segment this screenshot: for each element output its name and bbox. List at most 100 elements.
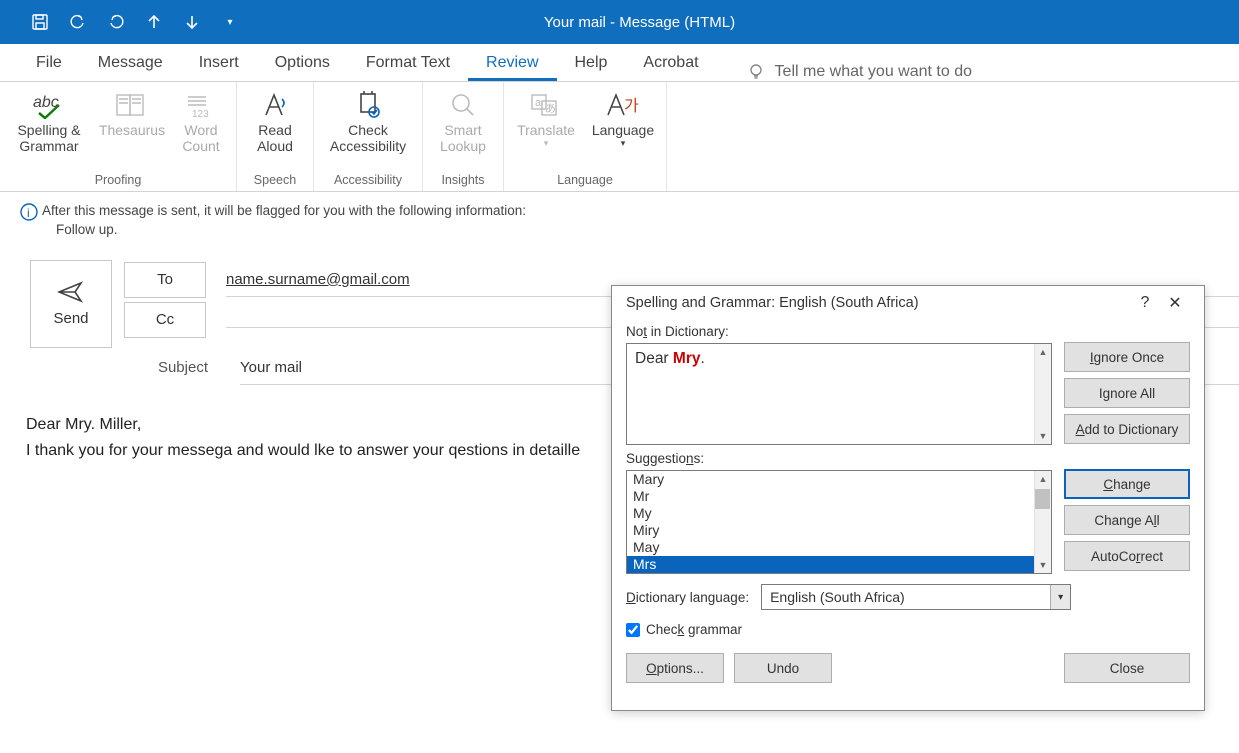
to-recipient[interactable]: name.surname@gmail.com xyxy=(226,271,410,288)
info-bar: i After this message is sent, it will be… xyxy=(0,192,1239,240)
customize-qat-icon[interactable]: ▾ xyxy=(220,12,240,32)
change-button[interactable]: Change xyxy=(1064,469,1190,499)
spelling-grammar-dialog: Spelling and Grammar: English (South Afr… xyxy=(611,285,1205,711)
menu-review[interactable]: Review xyxy=(468,48,556,81)
nid-scrollbar[interactable]: ▲▼ xyxy=(1034,344,1051,444)
send-button[interactable]: Send xyxy=(30,260,112,348)
suggestions-scrollbar[interactable]: ▲▼ xyxy=(1034,471,1051,573)
svg-text:123: 123 xyxy=(192,109,209,119)
send-label: Send xyxy=(53,310,88,327)
dictionary-language-value: English (South Africa) xyxy=(770,589,905,605)
suggestion-item[interactable]: Mr xyxy=(627,488,1051,505)
options-button[interactable]: Options... xyxy=(626,653,724,683)
language-button[interactable]: 가 Language ▾ xyxy=(590,86,656,171)
group-label-accessibility: Accessibility xyxy=(334,171,402,191)
group-label-language: Language xyxy=(557,171,613,191)
smart-lookup-button[interactable]: Smart Lookup xyxy=(433,86,493,171)
check-grammar-checkbox[interactable] xyxy=(626,623,640,637)
lightbulb-icon xyxy=(747,63,765,81)
suggestion-item[interactable]: My xyxy=(627,505,1051,522)
menu-insert[interactable]: Insert xyxy=(181,48,257,81)
suggestions-label: Suggestions: xyxy=(626,451,1052,466)
close-button[interactable]: Close xyxy=(1064,653,1190,683)
nid-pre: Dear xyxy=(635,350,673,367)
thesaurus-button[interactable]: Thesaurus xyxy=(100,86,164,171)
group-label-insights: Insights xyxy=(441,171,484,191)
spelling-label: Spelling & Grammar xyxy=(17,122,80,154)
svg-text:あ: あ xyxy=(545,102,556,115)
autocorrect-button[interactable]: AutoCorrect xyxy=(1064,541,1190,571)
translate-button[interactable]: aあ Translate ▾ xyxy=(514,86,578,171)
menu-file[interactable]: File xyxy=(18,48,80,81)
tell-me-label: Tell me what you want to do xyxy=(775,63,972,81)
language-label: Language xyxy=(592,122,654,138)
svg-text:가: 가 xyxy=(624,97,639,115)
spelling-icon: abc xyxy=(31,90,67,120)
subject-value: Your mail xyxy=(240,359,302,376)
dialog-title: Spelling and Grammar: English (South Afr… xyxy=(626,295,919,311)
check-accessibility-button[interactable]: Check Accessibility xyxy=(324,86,412,171)
dialog-close-icon[interactable]: ✕ xyxy=(1160,293,1190,313)
smart-lookup-label: Smart Lookup xyxy=(440,122,486,154)
translate-icon: aあ xyxy=(530,90,562,120)
send-icon xyxy=(57,280,85,304)
word-count-label: Word Count xyxy=(182,122,219,154)
menu-help[interactable]: Help xyxy=(557,48,626,81)
menu-format-text[interactable]: Format Text xyxy=(348,48,468,81)
read-aloud-button[interactable]: Read Aloud xyxy=(247,86,303,171)
ribbon: abc Spelling & Grammar Thesaurus 123 Wor… xyxy=(0,82,1239,192)
menu-bar: File Message Insert Options Format Text … xyxy=(0,44,1239,82)
menu-message[interactable]: Message xyxy=(80,48,181,81)
ribbon-group-accessibility: Check Accessibility Accessibility xyxy=(314,82,423,191)
suggestion-item[interactable]: May xyxy=(627,539,1051,556)
nid-error-word: Mry xyxy=(673,350,701,367)
language-icon: 가 xyxy=(606,90,640,120)
svg-text:i: i xyxy=(27,206,30,220)
save-icon[interactable] xyxy=(30,12,50,32)
subject-label: Subject xyxy=(124,359,208,376)
suggestion-item-selected[interactable]: Mrs xyxy=(627,556,1051,573)
suggestion-item[interactable]: Mary xyxy=(627,471,1051,488)
read-aloud-icon xyxy=(260,90,290,120)
ignore-once-button[interactable]: Ignore Once xyxy=(1064,342,1190,372)
info-line1: After this message is sent, it will be f… xyxy=(42,202,526,221)
not-in-dictionary-label: Not in Dictionary: xyxy=(626,324,1052,339)
undo-button[interactable]: Undo xyxy=(734,653,832,683)
word-count-button[interactable]: 123 Word Count xyxy=(176,86,226,171)
quick-access-toolbar: ▾ xyxy=(0,12,240,32)
chevron-down-icon: ▾ xyxy=(1050,585,1070,609)
smart-lookup-icon xyxy=(449,90,477,120)
cc-button[interactable]: Cc xyxy=(124,302,206,338)
info-line2: Follow up. xyxy=(42,221,526,240)
add-to-dictionary-button[interactable]: Add to Dictionary xyxy=(1064,414,1190,444)
undo-icon[interactable] xyxy=(68,12,88,32)
window-title: Your mail - Message (HTML) xyxy=(240,14,1039,31)
redo-icon[interactable] xyxy=(106,12,126,32)
read-aloud-label: Read Aloud xyxy=(257,122,293,154)
menu-acrobat[interactable]: Acrobat xyxy=(625,48,716,81)
translate-label: Translate xyxy=(517,122,575,138)
dictionary-language-select[interactable]: English (South Africa) ▾ xyxy=(761,584,1071,610)
dialog-help-button[interactable]: ? xyxy=(1130,294,1160,312)
suggestions-list[interactable]: Mary Mr My Miry May Mrs ▲▼ xyxy=(626,470,1052,574)
spelling-grammar-button[interactable]: abc Spelling & Grammar xyxy=(10,86,88,171)
nid-post: . xyxy=(700,350,704,367)
down-arrow-icon[interactable] xyxy=(182,12,202,32)
word-count-icon: 123 xyxy=(186,90,216,120)
ribbon-group-speech: Read Aloud Speech xyxy=(237,82,314,191)
tell-me-search[interactable]: Tell me what you want to do xyxy=(747,63,972,81)
to-button[interactable]: To xyxy=(124,262,206,298)
ignore-all-button[interactable]: Ignore All xyxy=(1064,378,1190,408)
ribbon-group-proofing: abc Spelling & Grammar Thesaurus 123 Wor… xyxy=(0,82,237,191)
group-label-proofing: Proofing xyxy=(95,171,142,191)
ribbon-group-insights: Smart Lookup Insights xyxy=(423,82,504,191)
up-arrow-icon[interactable] xyxy=(144,12,164,32)
svg-text:a: a xyxy=(535,97,542,109)
thesaurus-icon xyxy=(115,90,149,120)
suggestion-item[interactable]: Miry xyxy=(627,522,1051,539)
thesaurus-label: Thesaurus xyxy=(99,122,165,138)
not-in-dictionary-box[interactable]: Dear Mry. ▲▼ xyxy=(626,343,1052,445)
check-grammar-label: Check grammar xyxy=(646,622,742,637)
change-all-button[interactable]: Change All xyxy=(1064,505,1190,535)
menu-options[interactable]: Options xyxy=(257,48,348,81)
